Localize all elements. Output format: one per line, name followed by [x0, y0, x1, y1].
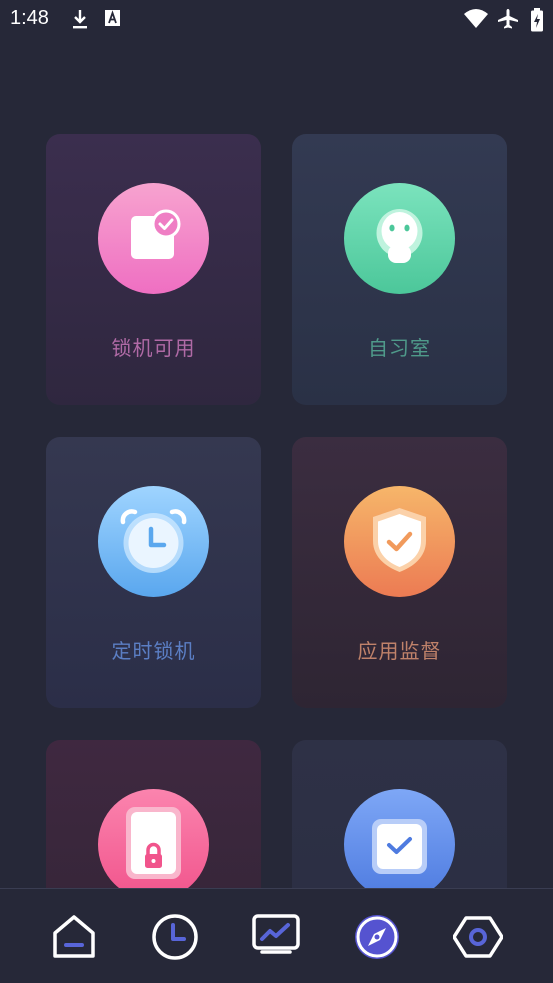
- card-phone-lock[interactable]: [46, 740, 261, 888]
- card-checkin[interactable]: [292, 740, 507, 888]
- feature-grid: 锁机可用 自习室 定时锁机 应用监督: [0, 0, 553, 888]
- note-check-icon: [98, 183, 209, 294]
- card-study-room[interactable]: 自习室: [292, 134, 507, 405]
- card-label: 定时锁机: [111, 639, 196, 663]
- trend-monitor-icon[interactable]: [252, 913, 302, 961]
- card-timed-lock[interactable]: 定时锁机: [46, 437, 261, 708]
- checkbox-icon: [344, 789, 455, 888]
- clock-icon[interactable]: [151, 913, 201, 961]
- bottom-nav: [0, 888, 553, 983]
- student-icon: [344, 183, 455, 294]
- card-label: 应用监督: [357, 639, 442, 663]
- card-label: 锁机可用: [111, 336, 196, 360]
- card-app-supervision[interactable]: 应用监督: [292, 437, 507, 708]
- card-label: 自习室: [368, 336, 431, 360]
- alarm-clock-icon: [98, 486, 209, 597]
- phone-lock-icon: [98, 789, 209, 888]
- home-icon[interactable]: [51, 913, 101, 961]
- card-lock-allowed[interactable]: 锁机可用: [46, 134, 261, 405]
- compass-icon[interactable]: [353, 913, 403, 961]
- hexagon-settings-icon[interactable]: [453, 913, 503, 961]
- shield-check-icon: [344, 486, 455, 597]
